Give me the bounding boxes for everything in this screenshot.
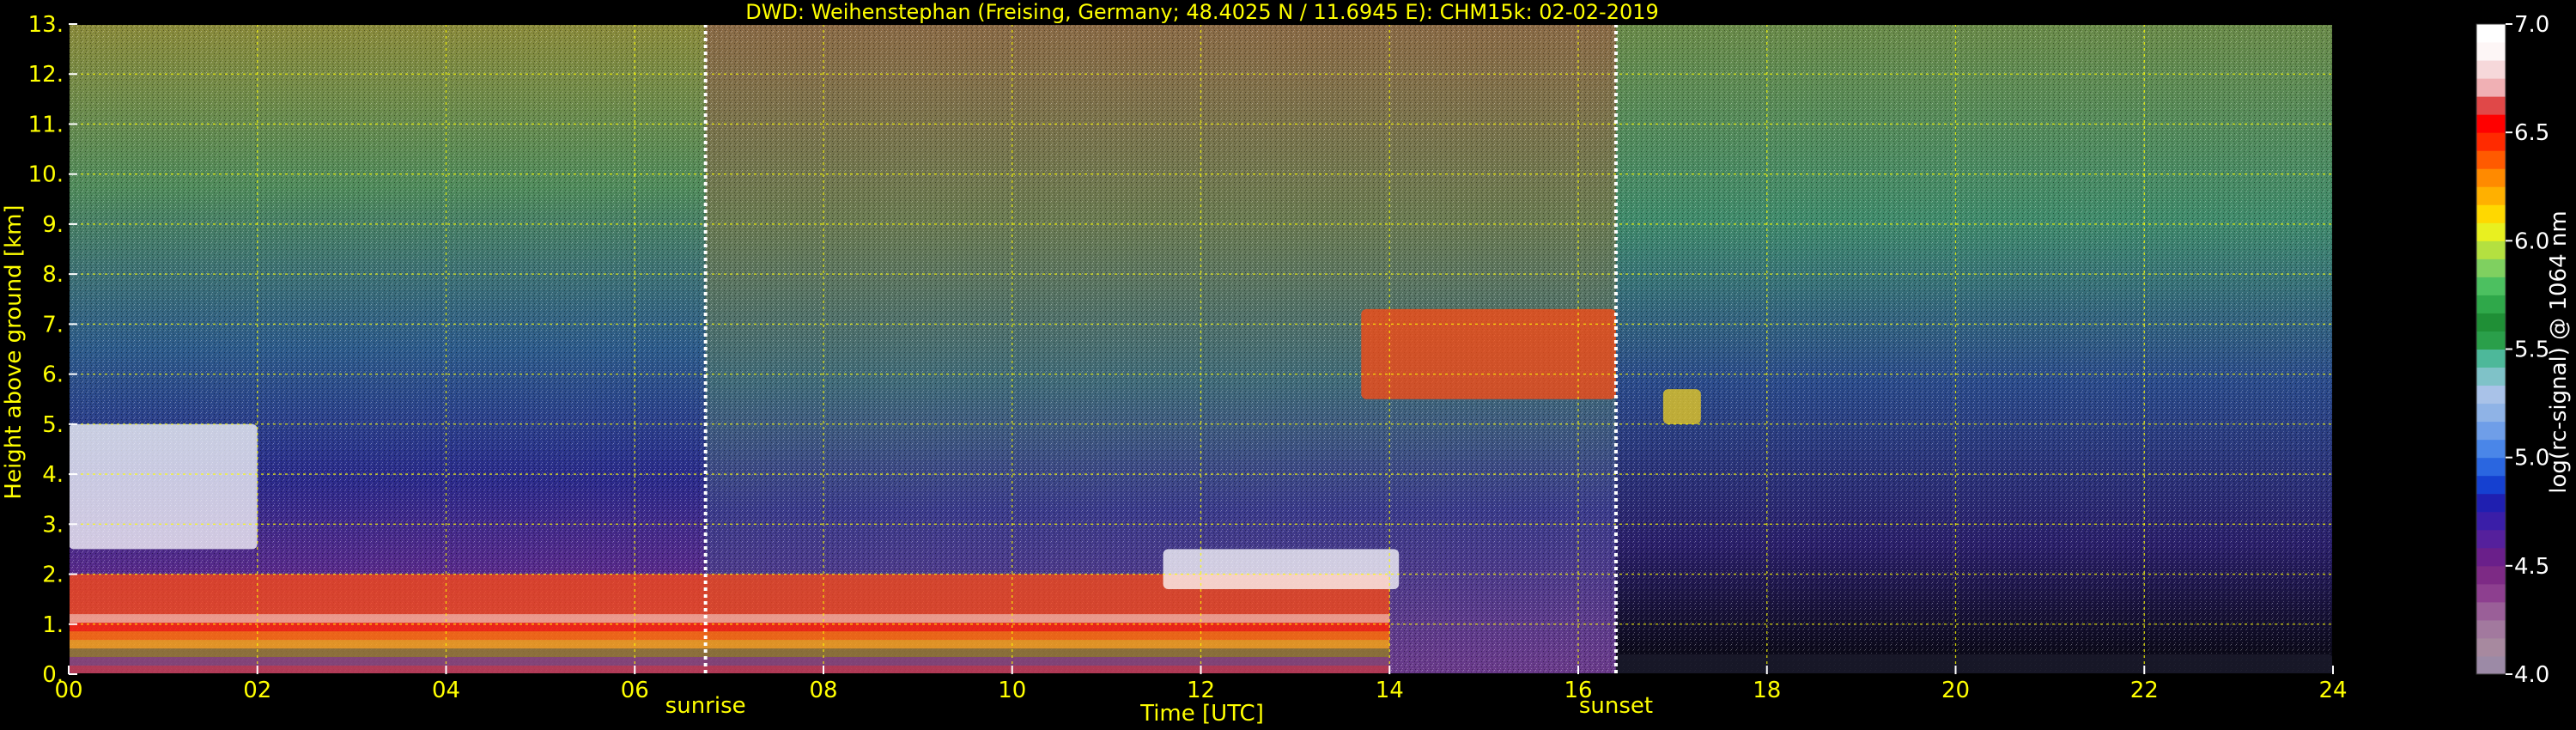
y-tick-label-4: 4. bbox=[42, 462, 64, 488]
boundary-layer-band-4 bbox=[69, 631, 1390, 641]
colorbar-segment-24 bbox=[2476, 222, 2506, 241]
colorbar-segment-2 bbox=[2476, 619, 2506, 639]
colorbar-segment-1 bbox=[2476, 637, 2506, 657]
feature-3 bbox=[1662, 389, 1701, 424]
colorbar-segment-35 bbox=[2476, 24, 2506, 43]
colorbar-segment-16 bbox=[2476, 367, 2506, 386]
y-tick-label-2: 2. bbox=[42, 563, 64, 588]
colorbar-segment-17 bbox=[2476, 349, 2506, 368]
colorbar-segment-22 bbox=[2476, 259, 2506, 277]
colorbar-segment-31 bbox=[2476, 96, 2506, 115]
feature-5 bbox=[1615, 654, 2333, 674]
y-tick-label-1: 1. bbox=[42, 612, 64, 638]
y-tick-label-3: 3. bbox=[42, 512, 64, 538]
x-axis-label: Time [UTC] bbox=[1139, 701, 1264, 727]
colorbar-segment-27 bbox=[2476, 168, 2506, 187]
x-tick-label-02: 02 bbox=[243, 678, 271, 703]
boundary-layer-band-1 bbox=[69, 657, 1390, 666]
x-tick-label-20: 20 bbox=[1941, 678, 1970, 703]
colorbar-segment-14 bbox=[2476, 403, 2506, 423]
colorbar-segment-15 bbox=[2476, 385, 2506, 405]
feature-4 bbox=[1163, 549, 1400, 590]
colorbar-segment-26 bbox=[2476, 186, 2506, 205]
boundary-layer-band-3 bbox=[69, 640, 1390, 649]
x-tick-label-22: 22 bbox=[2130, 678, 2159, 703]
y-tick-label-7: 7. bbox=[42, 312, 64, 338]
colorbar-tick-label-6: 7.0 bbox=[2514, 12, 2549, 38]
colorbar-segment-10 bbox=[2476, 475, 2506, 495]
y-tick-label-9: 9. bbox=[42, 212, 64, 238]
colorbar-segment-3 bbox=[2476, 601, 2506, 621]
colorbar-segment-20 bbox=[2476, 295, 2506, 313]
colorbar-tick-label-3: 5.5 bbox=[2514, 338, 2549, 363]
colorbar-segment-21 bbox=[2476, 277, 2506, 295]
x-tick-label-12: 12 bbox=[1187, 678, 1215, 703]
colorbar-segment-30 bbox=[2476, 114, 2506, 133]
colorbar-segment-25 bbox=[2476, 204, 2506, 223]
x-tick-label-04: 04 bbox=[432, 678, 460, 703]
colorbar-tick-label-2: 5.0 bbox=[2514, 446, 2549, 471]
colorbar-segment-23 bbox=[2476, 240, 2506, 259]
y-axis-label: Height above ground [km] bbox=[1, 204, 27, 499]
y-tick-label-10: 10. bbox=[28, 162, 64, 188]
y-tick-label-12: 12. bbox=[28, 62, 64, 88]
colorbar-segment-0 bbox=[2476, 655, 2506, 675]
colorbar-segment-12 bbox=[2476, 439, 2506, 459]
y-tick-label-11: 11. bbox=[28, 112, 64, 137]
y-tick-label-0: 0. bbox=[42, 662, 64, 688]
colorbar-tick-label-5: 6.5 bbox=[2514, 120, 2549, 146]
y-tick-label-8: 8. bbox=[42, 262, 64, 288]
y-tick-label-6: 6. bbox=[42, 362, 64, 388]
y-tick-label-5: 5. bbox=[42, 412, 64, 438]
x-tick-label-10: 10 bbox=[998, 678, 1026, 703]
boundary-layer-band-2 bbox=[69, 648, 1390, 658]
colorbar-segment-4 bbox=[2476, 583, 2506, 603]
colorbar-label: log(rc-signal) @ 1064 nm bbox=[2546, 210, 2572, 493]
boundary-layer-band-0 bbox=[69, 666, 1390, 674]
ceilometer-chart: sunrise sunset 00 02 04 06 08 10 12 14 16 18 20 22 24… bbox=[1, 0, 2572, 727]
x-tick-label-14: 14 bbox=[1376, 678, 1404, 703]
x-tick-label-24: 24 bbox=[2318, 678, 2347, 703]
colorbar-segment-11 bbox=[2476, 457, 2506, 477]
colorbar-segment-18 bbox=[2476, 331, 2506, 350]
x-tick-label-16: 16 bbox=[1564, 678, 1592, 703]
x-tick-label-06: 06 bbox=[621, 678, 649, 703]
y-tick-label-13: 13. bbox=[28, 12, 64, 38]
colorbar-tick-label-4: 6.0 bbox=[2514, 228, 2549, 254]
colorbar-segment-28 bbox=[2476, 150, 2506, 169]
colorbar-tick-label-1: 4.5 bbox=[2514, 554, 2549, 580]
colorbar-segment-5 bbox=[2476, 565, 2506, 585]
colorbar-segment-13 bbox=[2476, 421, 2506, 441]
colorbar-segment-8 bbox=[2476, 511, 2506, 531]
colorbar-segment-19 bbox=[2476, 313, 2506, 332]
chart-title: DWD: Weihenstephan (Freising, Germany; 4… bbox=[745, 0, 1659, 24]
colorbar-segment-33 bbox=[2476, 60, 2506, 79]
colorbar-segment-34 bbox=[2476, 42, 2506, 61]
feature-1 bbox=[69, 423, 258, 550]
colorbar: 4.0 4.5 5.0 5.5 6.0 6.5 7.0 bbox=[2476, 12, 2549, 688]
colorbar-segment-9 bbox=[2476, 493, 2506, 513]
boundary-layer-band-6 bbox=[69, 614, 1390, 624]
colorbar-segment-29 bbox=[2476, 132, 2506, 151]
colorbar-segment-6 bbox=[2476, 547, 2506, 567]
boundary-layer-band-5 bbox=[69, 623, 1390, 632]
x-tick-label-18: 18 bbox=[1753, 678, 1781, 703]
x-tick-label-08: 08 bbox=[809, 678, 837, 703]
sun-label-0: sunrise bbox=[665, 693, 746, 719]
colorbar-segment-7 bbox=[2476, 529, 2506, 549]
colorbar-tick-label-0: 4.0 bbox=[2514, 662, 2549, 688]
colorbar-segment-32 bbox=[2476, 78, 2506, 97]
